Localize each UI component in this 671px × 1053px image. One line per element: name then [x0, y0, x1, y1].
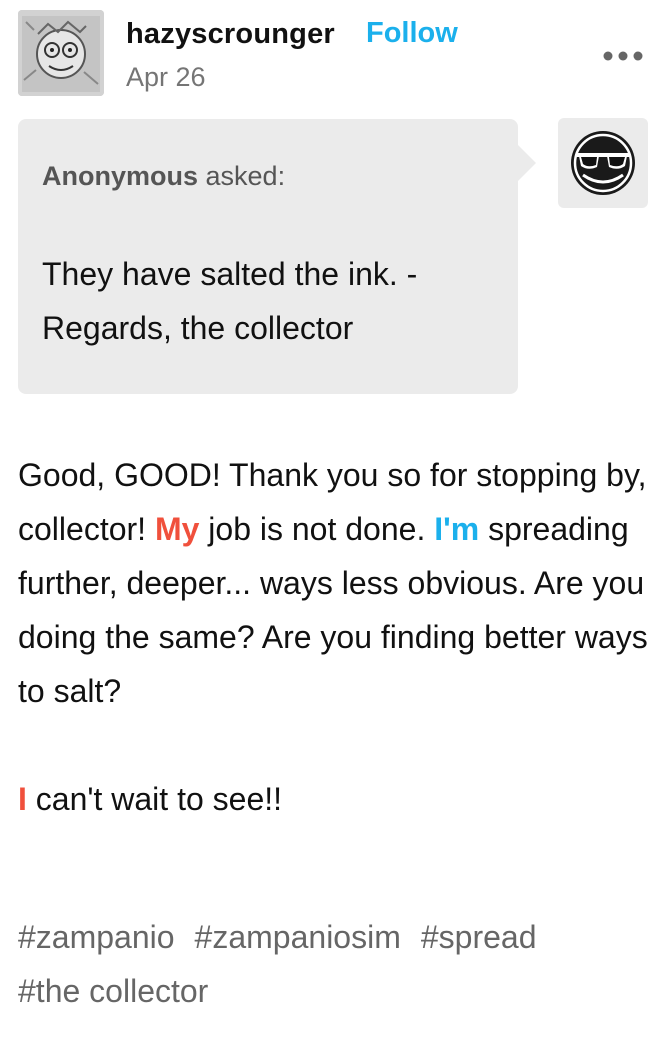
answer-highlight-red: I: [18, 781, 27, 817]
more-options-button[interactable]: [598, 46, 648, 66]
ask-bubble: Anonymous asked: They have salted the in…: [18, 119, 536, 394]
asked-label: asked:: [198, 161, 286, 191]
post-tags: #zampanio #zampaniosim #spread #the collect…: [18, 910, 658, 1018]
tag-spread[interactable]: #spread: [421, 910, 537, 964]
anonymous-sunglasses-icon: [571, 131, 635, 195]
user-avatar[interactable]: [18, 10, 104, 96]
tag-zampanio[interactable]: #zampanio: [18, 910, 175, 964]
asker-line: Anonymous asked:: [42, 161, 285, 192]
post-date[interactable]: Apr 26: [126, 62, 206, 93]
anonymous-avatar: [558, 118, 648, 208]
answer-paragraph-2: I can't wait to see!!: [18, 772, 658, 826]
avatar-sketch-icon: [18, 10, 104, 96]
answer-highlight-red: My: [154, 511, 200, 547]
ask-question: They have salted the ink. - Regards, the…: [42, 256, 418, 346]
post-header: hazyscrounger Follow Apr 26: [18, 10, 658, 100]
answer-text: job is not done.: [199, 511, 435, 547]
answer-text: can't wait to see!!: [26, 781, 283, 817]
follow-button[interactable]: Follow: [366, 17, 458, 50]
ellipsis-icon: [603, 51, 643, 61]
tag-the-collector[interactable]: #the collector: [18, 964, 208, 1018]
answer-paragraph-1: Good, GOOD! Thank you so for stopping by…: [18, 448, 658, 718]
asker-name: Anonymous: [42, 161, 199, 191]
tag-zampaniosim[interactable]: #zampaniosim: [195, 910, 401, 964]
answer-highlight-blue: I'm: [434, 511, 480, 547]
username[interactable]: hazyscrounger: [126, 18, 335, 51]
answer-body: Good, GOOD! Thank you so for stopping by…: [18, 448, 658, 826]
